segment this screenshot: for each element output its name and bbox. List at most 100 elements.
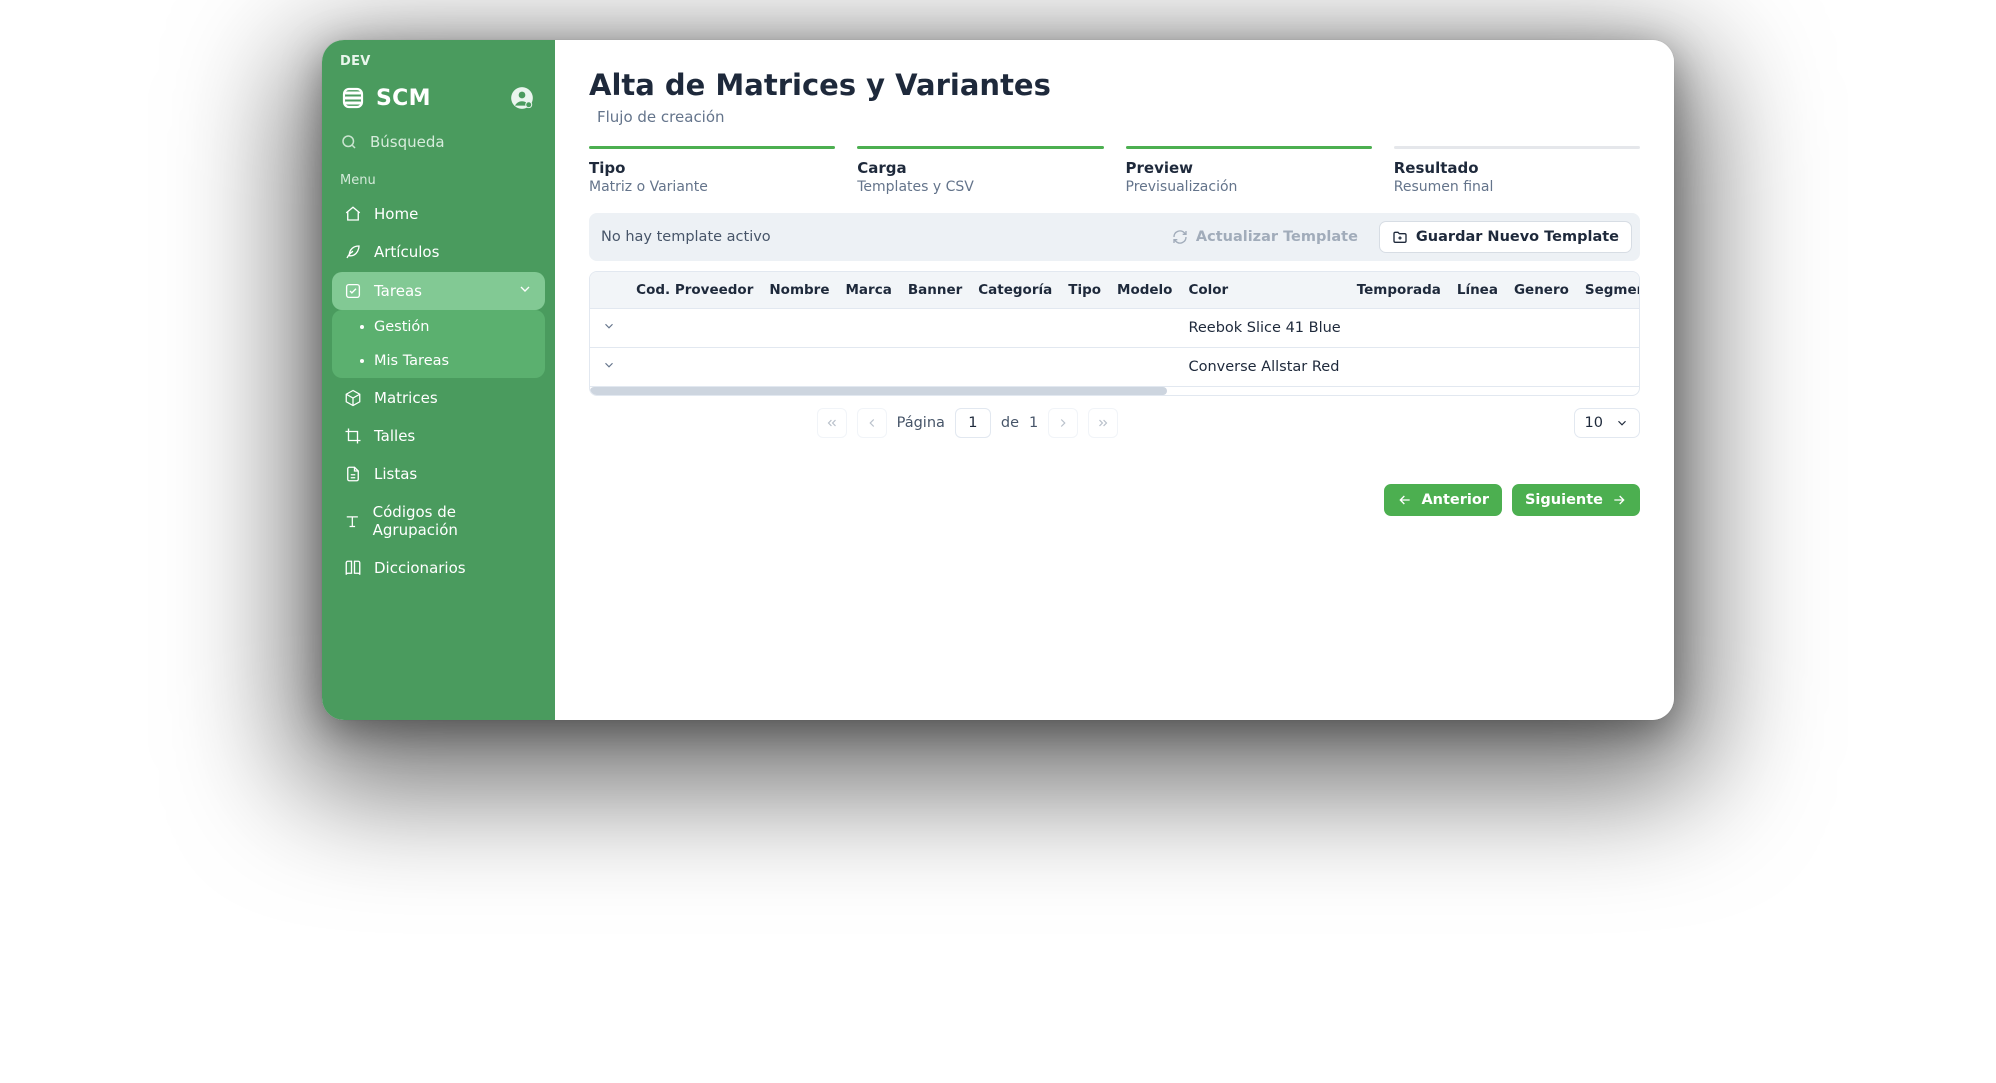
nav-tareas-children: Gestión Mis Tareas xyxy=(332,310,545,378)
table-cell xyxy=(1506,348,1577,387)
table-row: Reebok Slice 41 Blue xyxy=(590,309,1639,348)
table-cell xyxy=(900,309,970,348)
nav-talles[interactable]: Talles xyxy=(332,418,545,454)
last-page-button[interactable] xyxy=(1088,408,1118,438)
next-button[interactable]: Siguiente xyxy=(1512,484,1640,516)
table-scroll[interactable]: Cod. ProveedorNombreMarcaBannerCategoría… xyxy=(590,272,1639,387)
table-cell xyxy=(838,348,900,387)
table-cell xyxy=(1109,348,1180,387)
step-bar xyxy=(1126,146,1372,149)
cube-icon xyxy=(344,389,362,407)
step-title: Preview xyxy=(1126,159,1372,177)
button-label: Anterior xyxy=(1421,492,1489,508)
step-bar xyxy=(1394,146,1640,149)
table-cell xyxy=(1060,348,1109,387)
save-template-button[interactable]: Guardar Nuevo Template xyxy=(1379,221,1632,253)
brand-row: SCM xyxy=(322,79,555,125)
search-icon xyxy=(340,133,358,151)
prev-button[interactable]: Anterior xyxy=(1384,484,1502,516)
nav-articulos[interactable]: Artículos xyxy=(332,234,545,270)
expand-row-button[interactable] xyxy=(602,319,616,333)
nav-tareas[interactable]: Tareas xyxy=(332,272,545,310)
page-label: Página xyxy=(897,415,945,431)
expand-row-button[interactable] xyxy=(602,358,616,372)
nav-sub-label: Gestión xyxy=(374,319,430,335)
step-title: Tipo xyxy=(589,159,835,177)
table-header: Color xyxy=(1180,272,1348,309)
table-row: Converse Allstar Red xyxy=(590,348,1639,387)
nav-item-label: Listas xyxy=(374,465,417,483)
page-size-value: 10 xyxy=(1585,415,1603,431)
chevron-right-icon xyxy=(1056,416,1070,430)
table-cell xyxy=(761,309,837,348)
template-status: No hay template activo xyxy=(601,229,771,245)
nav-tareas-mis-tareas[interactable]: Mis Tareas xyxy=(332,344,545,378)
table-cell xyxy=(1577,309,1639,348)
step-title: Resultado xyxy=(1394,159,1640,177)
step-bar xyxy=(589,146,835,149)
table-cell xyxy=(1449,309,1506,348)
page-size-select[interactable]: 10 xyxy=(1574,408,1640,438)
first-page-button[interactable] xyxy=(817,408,847,438)
crop-icon xyxy=(344,427,362,445)
refresh-template-button[interactable]: Actualizar Template xyxy=(1159,221,1371,253)
prev-page-button[interactable] xyxy=(857,408,887,438)
nav-listas[interactable]: Listas xyxy=(332,456,545,492)
chevron-down-icon xyxy=(517,281,533,301)
nav-diccionarios[interactable]: Diccionarios xyxy=(332,550,545,586)
table-header: Banner xyxy=(900,272,970,309)
leaf-icon xyxy=(344,243,362,261)
table-cell xyxy=(970,309,1060,348)
step-desc: Resumen final xyxy=(1394,179,1640,195)
step-desc: Previsualización xyxy=(1126,179,1372,195)
step-resultado[interactable]: Resultado Resumen final xyxy=(1394,146,1640,195)
table-header-expand xyxy=(590,272,628,309)
page-input[interactable] xyxy=(955,408,991,438)
horizontal-scrollbar[interactable] xyxy=(590,387,1639,395)
step-preview[interactable]: Preview Previsualización xyxy=(1126,146,1372,195)
home-icon xyxy=(344,205,362,223)
step-bar xyxy=(857,146,1103,149)
table-container: Cod. ProveedorNombreMarcaBannerCategoría… xyxy=(589,271,1640,396)
app-window: DEV SCM Búsqueda Menu Home xyxy=(322,40,1674,720)
table-header: Temporada xyxy=(1349,272,1449,309)
nav-item-label: Tareas xyxy=(374,282,422,300)
arrow-right-icon xyxy=(1611,492,1627,508)
template-actions: Actualizar Template Guardar Nuevo Templa… xyxy=(1159,221,1632,253)
checklist-icon xyxy=(344,282,362,300)
bullet-icon xyxy=(360,325,364,329)
table-cell xyxy=(970,348,1060,387)
page-total: 1 xyxy=(1029,415,1038,431)
table-cell xyxy=(1577,348,1639,387)
type-icon xyxy=(344,512,361,530)
chevron-left-icon xyxy=(865,416,879,430)
menu-section-label: Menu xyxy=(322,163,555,196)
nav-codigos[interactable]: Códigos de Agrupación xyxy=(332,494,545,548)
nav-tareas-gestion[interactable]: Gestión xyxy=(332,310,545,344)
account-button[interactable] xyxy=(507,83,537,113)
table-header: Segmento xyxy=(1577,272,1639,309)
table-body: Reebok Slice 41 BlueConverse Allstar Red xyxy=(590,309,1639,387)
nav-matrices[interactable]: Matrices xyxy=(332,380,545,416)
table-header: Marca xyxy=(838,272,900,309)
table-header: Categoría xyxy=(970,272,1060,309)
next-page-button[interactable] xyxy=(1048,408,1078,438)
table-cell xyxy=(1506,309,1577,348)
table-cell xyxy=(1449,348,1506,387)
nav-home[interactable]: Home xyxy=(332,196,545,232)
table-cell xyxy=(628,309,761,348)
of-label: de xyxy=(1001,415,1019,431)
refresh-icon xyxy=(1172,229,1188,245)
table-cell: Converse Allstar Red xyxy=(1180,348,1348,387)
arrow-left-icon xyxy=(1397,492,1413,508)
step-desc: Matriz o Variante xyxy=(589,179,835,195)
table-header: Modelo xyxy=(1109,272,1180,309)
table-header: Nombre xyxy=(761,272,837,309)
step-carga[interactable]: Carga Templates y CSV xyxy=(857,146,1103,195)
step-tipo[interactable]: Tipo Matriz o Variante xyxy=(589,146,835,195)
nav-item-label: Artículos xyxy=(374,243,439,261)
table-header: Cod. Proveedor xyxy=(628,272,761,309)
search-input[interactable]: Búsqueda xyxy=(322,125,555,163)
file-icon xyxy=(344,465,362,483)
table-header: Tipo xyxy=(1060,272,1109,309)
